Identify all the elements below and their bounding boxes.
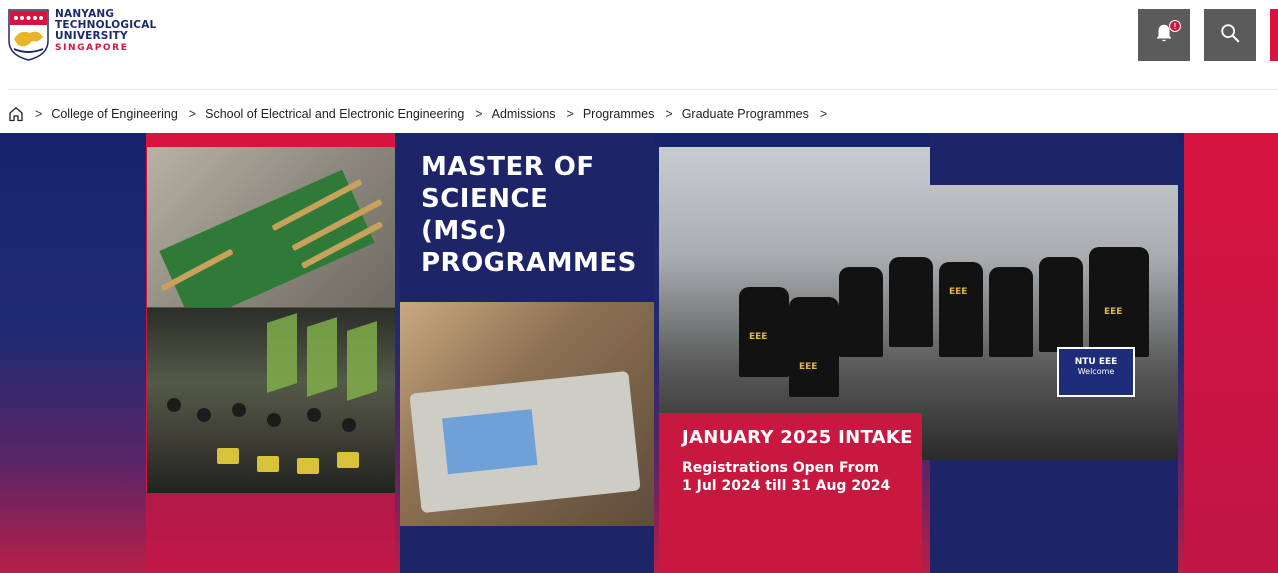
banner-title-line: (MSc) — [421, 216, 508, 246]
intake-title: JANUARY 2025 INTAKE — [682, 427, 913, 448]
shirt-text: EEE — [749, 332, 768, 342]
banner-navy-corner — [930, 133, 1178, 185]
search-button[interactable] — [1204, 9, 1256, 61]
shirt-text: EEE — [949, 287, 968, 297]
banner-navy-block — [400, 526, 654, 573]
intake-subtitle-line: Registrations Open From — [682, 460, 879, 476]
breadcrumb-separator: > — [665, 107, 673, 121]
breadcrumb-programmes[interactable]: Programmes — [583, 107, 655, 121]
hero-banner: MASTER OF SCIENCE (MSc) PROGRAMMES EEE E… — [0, 133, 1278, 573]
search-icon — [1219, 22, 1241, 49]
notification-badge: ! — [1169, 20, 1181, 32]
breadcrumb: > College of Engineering > School of Ele… — [8, 104, 836, 124]
breadcrumb-college-of-engineering[interactable]: College of Engineering — [51, 107, 177, 121]
banner-navy-block-right — [930, 460, 1178, 573]
lecture-hall-photo — [147, 308, 395, 493]
home-icon[interactable] — [8, 106, 24, 122]
banner-title-line: SCIENCE — [421, 184, 549, 214]
logo-text-line4: SINGAPORE — [55, 43, 129, 53]
header-divider — [8, 89, 1278, 90]
breadcrumb-separator: > — [475, 107, 483, 121]
breadcrumb-separator: > — [566, 107, 574, 121]
shirt-text: EEE — [799, 362, 818, 372]
banner-title: MASTER OF SCIENCE (MSc) PROGRAMMES — [421, 151, 646, 279]
breadcrumb-admissions[interactable]: Admissions — [492, 107, 556, 121]
sign-subtitle: Welcome — [1077, 367, 1115, 376]
banner-title-line: MASTER OF — [421, 152, 595, 182]
signal-generator-photo — [400, 302, 654, 526]
intake-subtitle-line: 1 Jul 2024 till 31 Aug 2024 — [682, 478, 891, 494]
ntu-logo[interactable]: NANYANG TECHNOLOGICAL UNIVERSITY SINGAPO… — [8, 9, 158, 63]
breadcrumb-school-eee[interactable]: School of Electrical and Electronic Engi… — [205, 107, 464, 121]
breadcrumb-graduate-programmes[interactable]: Graduate Programmes — [682, 107, 809, 121]
ntu-crest-icon — [8, 9, 49, 61]
breadcrumb-separator: > — [188, 107, 197, 121]
circuit-board-photo — [147, 147, 395, 307]
site-header: NANYANG TECHNOLOGICAL UNIVERSITY SINGAPO… — [0, 0, 1278, 90]
breadcrumb-separator: > — [35, 107, 43, 121]
welcome-sign: NTU EEE Welcome — [1057, 347, 1135, 397]
banner-red-right-column — [1184, 133, 1278, 573]
breadcrumb-separator: > — [819, 107, 828, 121]
sign-title: NTU EEE — [1074, 357, 1118, 367]
menu-edge-tab[interactable] — [1270, 9, 1278, 61]
notifications-button[interactable]: ! — [1138, 9, 1190, 61]
intake-subtitle: Registrations Open From 1 Jul 2024 till … — [682, 459, 890, 495]
logo-text-line3: UNIVERSITY — [55, 30, 128, 42]
banner-title-line: PROGRAMMES — [421, 248, 637, 278]
shirt-text: EEE — [1104, 307, 1123, 317]
banner-red-block — [146, 493, 395, 573]
